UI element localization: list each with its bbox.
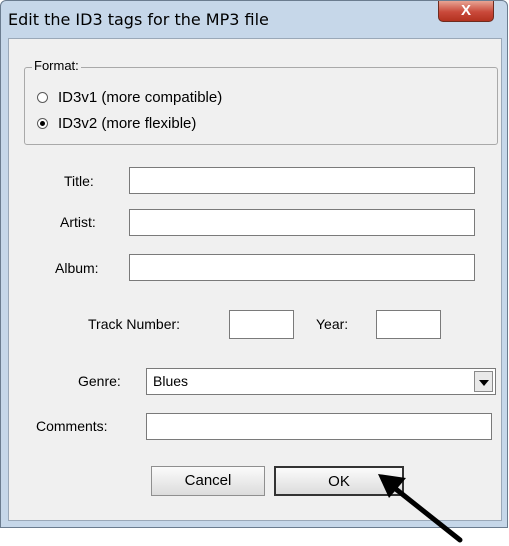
pointer-arrow-icon bbox=[378, 474, 463, 543]
